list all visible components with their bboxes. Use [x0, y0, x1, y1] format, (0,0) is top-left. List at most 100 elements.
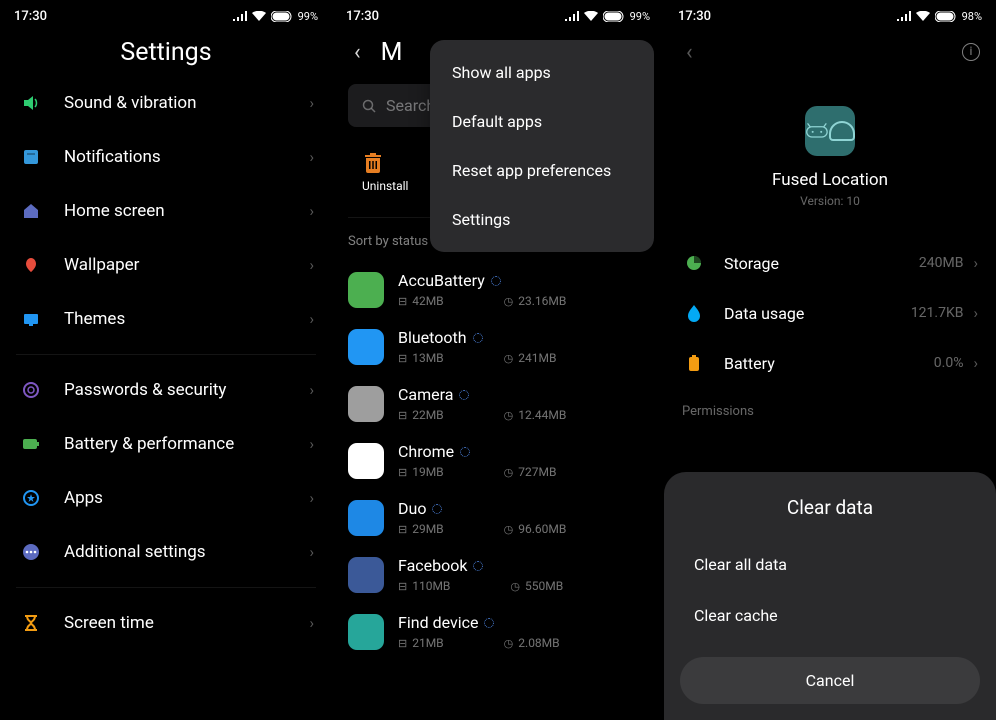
settings-item-themes[interactable]: Themes›: [0, 292, 332, 346]
back-button[interactable]: ‹: [680, 34, 699, 71]
app-row[interactable]: Duo⊟29MB◷96.60MB: [332, 489, 664, 546]
signal-icon: [897, 11, 911, 21]
sound-vibration-icon: [18, 90, 44, 116]
app-icon: [348, 329, 384, 365]
storage-stat-icon: ⊟: [398, 409, 407, 422]
settings-item-apps[interactable]: Apps›: [0, 471, 332, 525]
panel-apps: 17:30 99% ‹ M Search am Uninstall Sort b…: [332, 0, 664, 720]
chevron-right-icon: ›: [309, 435, 314, 453]
app-name: Bluetooth: [398, 328, 467, 347]
app-time: 23.16MB: [518, 294, 566, 308]
settings-item-sound-vibration[interactable]: Sound & vibration›: [0, 76, 332, 130]
app-icon: [348, 557, 384, 593]
popup-settings[interactable]: Settings: [430, 195, 654, 244]
app-size: 42MB: [412, 294, 443, 308]
popup-default-apps[interactable]: Default apps: [430, 97, 654, 146]
detail-rows: Storage240MB›Data usage121.7KB›Battery0.…: [664, 238, 996, 388]
signal-icon: [565, 11, 579, 21]
app-time: 241MB: [518, 351, 556, 365]
settings-item-wallpaper[interactable]: Wallpaper›: [0, 238, 332, 292]
chevron-right-icon: ›: [309, 148, 314, 166]
detail-label: Data usage: [724, 304, 911, 323]
overflow-popup: Show all appsDefault appsReset app prefe…: [430, 40, 654, 252]
popup-reset-prefs[interactable]: Reset app preferences: [430, 146, 654, 195]
settings-label: Additional settings: [64, 542, 309, 562]
app-badge-icon: [432, 504, 442, 514]
status-icons: 99%: [233, 10, 318, 23]
app-size: 19MB: [412, 465, 443, 479]
time-stat-icon: ◷: [504, 466, 514, 479]
settings-item-additional-settings[interactable]: Additional settings›: [0, 525, 332, 579]
battery-performance-icon: [18, 431, 44, 457]
storage-icon: [682, 251, 706, 275]
time-stat-icon: ◷: [504, 523, 514, 536]
sheet-clear-cache[interactable]: Clear cache: [680, 590, 980, 641]
header: Settings: [0, 28, 332, 76]
settings-item-battery-performance[interactable]: Battery & performance›: [0, 417, 332, 471]
settings-label: Home screen: [64, 201, 309, 221]
popup-show-all[interactable]: Show all apps: [430, 48, 654, 97]
storage-stat-icon: ⊟: [398, 466, 407, 479]
page-title: Settings: [0, 38, 332, 67]
app-row[interactable]: Camera⊟22MB◷12.44MB: [332, 375, 664, 432]
apps-icon: [18, 485, 44, 511]
app-time: 550MB: [525, 579, 563, 593]
app-size: 21MB: [412, 636, 443, 650]
app-row[interactable]: AccuBattery⊟42MB◷23.16MB: [332, 261, 664, 318]
detail-value: 0.0%: [934, 355, 964, 371]
uninstall-action[interactable]: Uninstall: [362, 151, 408, 193]
chevron-right-icon: ›: [309, 381, 314, 399]
detail-value: 240MB: [919, 255, 964, 271]
status-bar: 17:30 99%: [332, 0, 664, 28]
detail-data-usage[interactable]: Data usage121.7KB›: [664, 288, 996, 338]
time-stat-icon: ◷: [504, 295, 514, 308]
app-row[interactable]: Find device⊟21MB◷2.08MB: [332, 603, 664, 660]
app-name: Find device: [398, 613, 478, 632]
passwords-security-icon: [18, 377, 44, 403]
chevron-right-icon: ›: [309, 94, 314, 112]
header: ‹ i: [664, 28, 996, 76]
back-button[interactable]: ‹: [348, 34, 367, 71]
settings-item-notifications[interactable]: Notifications›: [0, 130, 332, 184]
divider: [16, 354, 316, 355]
app-row[interactable]: Bluetooth⊟13MB◷241MB: [332, 318, 664, 375]
wifi-icon: [252, 11, 266, 21]
detail-storage[interactable]: Storage240MB›: [664, 238, 996, 288]
settings-item-screen-time[interactable]: Screen time›: [0, 596, 332, 650]
app-size: 110MB: [412, 579, 450, 593]
app-icon: [348, 443, 384, 479]
app-name: Chrome: [398, 442, 454, 461]
sheet-options: Clear all dataClear cache: [680, 539, 980, 641]
battery-percent: 99%: [298, 10, 318, 23]
cancel-button[interactable]: Cancel: [680, 657, 980, 704]
app-badge-icon: [484, 618, 494, 628]
info-icon[interactable]: i: [962, 43, 980, 61]
settings-item-home-screen[interactable]: Home screen›: [0, 184, 332, 238]
sheet-clear-all[interactable]: Clear all data: [680, 539, 980, 590]
detail-battery[interactable]: Battery0.0%›: [664, 338, 996, 388]
app-badge-icon: [491, 276, 501, 286]
app-row[interactable]: Facebook⊟110MB◷550MB: [332, 546, 664, 603]
additional-settings-icon: [18, 539, 44, 565]
storage-stat-icon: ⊟: [398, 295, 407, 308]
settings-label: Sound & vibration: [64, 93, 309, 113]
settings-label: Battery & performance: [64, 434, 309, 454]
settings-label: Screen time: [64, 613, 309, 633]
section-permissions: Permissions: [664, 388, 996, 427]
settings-item-passwords-security[interactable]: Passwords & security›: [0, 363, 332, 417]
app-time: 12.44MB: [518, 408, 566, 422]
battery-percent: 98%: [962, 10, 982, 23]
wifi-icon: [916, 11, 930, 21]
app-badge-icon: [473, 561, 483, 571]
app-row[interactable]: Chrome ⊟ 19MB ◷ 727MB: [332, 432, 664, 489]
battery-percent: 99%: [630, 10, 650, 23]
detail-value: 121.7KB: [911, 305, 964, 321]
chevron-right-icon: ›: [309, 614, 314, 632]
status-icons: 98%: [897, 10, 982, 23]
status-bar: 17:30 99%: [0, 0, 332, 28]
home-screen-icon: [18, 198, 44, 224]
app-time: 727MB: [518, 465, 556, 479]
wallpaper-icon: [18, 252, 44, 278]
battery-icon: [682, 351, 706, 375]
chevron-right-icon: ›: [309, 202, 314, 220]
